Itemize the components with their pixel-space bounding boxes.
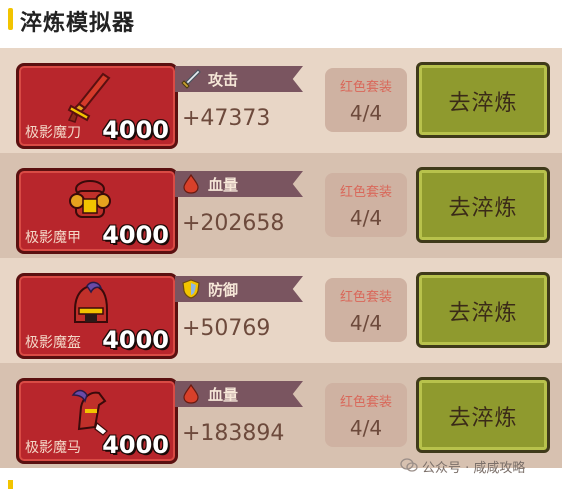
item-name: 极影魔马 [25, 440, 81, 456]
stat-label: 血量 [208, 176, 239, 194]
set-count: 4/4 [349, 101, 383, 125]
set-label: 红色套装 [339, 290, 392, 305]
item-score: 4000 [102, 431, 169, 459]
stat-value: +47373 [182, 106, 271, 131]
wechat-icon [400, 458, 418, 472]
refine-button[interactable]: 去淬炼 [416, 62, 550, 138]
refine-button-label: 去淬炼 [448, 406, 518, 431]
equipment-row: 极影魔甲 4000 血量 +202658 红色套装 4/4 去淬炼 [0, 153, 562, 258]
set-count: 4/4 [349, 416, 383, 440]
set-count: 4/4 [349, 311, 383, 335]
equipment-row: 极影魔盔 4000 防御 +50769 红色套装 4/4 去淬炼 [0, 258, 562, 363]
item-card[interactable]: 极影魔盔 4000 [16, 273, 178, 359]
set-count: 4/4 [349, 206, 383, 230]
item-name: 极影魔盔 [25, 335, 81, 351]
item-score: 4000 [102, 326, 169, 354]
set-label: 红色套装 [339, 395, 392, 410]
item-score: 4000 [102, 221, 169, 249]
sword-stat-icon [181, 69, 201, 89]
equipment-row: 极影魔刀 4000 攻击 +47373 红色套装 4/4 去淬炼 [0, 48, 562, 153]
set-bonus-box: 红色套装 4/4 [325, 68, 407, 132]
item-card[interactable]: 极影魔甲 4000 [16, 168, 178, 254]
refine-button-label: 去淬炼 [448, 91, 518, 116]
stat-label: 防御 [208, 281, 239, 299]
header: 淬炼模拟器 [0, 0, 562, 40]
item-card[interactable]: 极影魔马 4000 [16, 378, 178, 464]
equipment-row: 极影魔马 4000 血量 +183894 红色套装 4/4 去淬炼 [0, 363, 562, 468]
next-section-accent [8, 480, 13, 489]
refine-button-label: 去淬炼 [448, 301, 518, 326]
item-name: 极影魔甲 [25, 230, 81, 246]
item-score: 4000 [102, 116, 169, 144]
stat-value: +50769 [182, 316, 271, 341]
set-bonus-box: 红色套装 4/4 [325, 278, 407, 342]
refine-button[interactable]: 去淬炼 [416, 377, 550, 453]
set-bonus-box: 红色套装 4/4 [325, 173, 407, 237]
set-bonus-box: 红色套装 4/4 [325, 383, 407, 447]
next-section-strip [0, 480, 562, 489]
stat-value: +202658 [182, 211, 285, 236]
item-name: 极影魔刀 [25, 125, 81, 141]
refine-button[interactable]: 去淬炼 [416, 167, 550, 243]
refine-button-label: 去淬炼 [448, 196, 518, 221]
stat-label: 血量 [208, 386, 239, 404]
item-card[interactable]: 极影魔刀 4000 [16, 63, 178, 149]
blood-drop-icon [183, 173, 199, 194]
watermark: 公众号 · 咸咸攻略 [422, 461, 526, 476]
title-accent-bar [8, 8, 13, 30]
refine-button[interactable]: 去淬炼 [416, 272, 550, 348]
set-label: 红色套装 [339, 80, 392, 95]
stat-value: +183894 [182, 421, 285, 446]
stat-label: 攻击 [208, 71, 239, 89]
blood-drop-icon [183, 383, 199, 404]
page-title: 淬炼模拟器 [20, 11, 136, 36]
shield-icon [182, 279, 200, 299]
set-label: 红色套装 [339, 185, 392, 200]
